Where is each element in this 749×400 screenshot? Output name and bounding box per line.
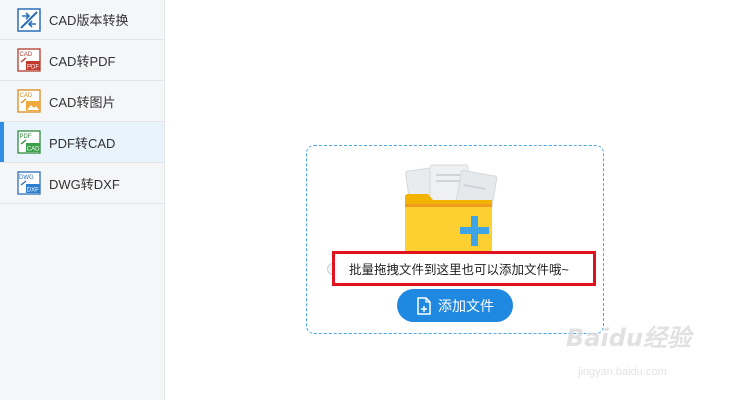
drag-hint-highlight: 批量拖拽文件到这里也可以添加文件哦~ [332, 251, 596, 286]
sidebar: CAD版本转换 CAD PDF CAD转PDF CAD CAD转图片 PDF C… [0, 0, 165, 400]
sidebar-item-label: CAD转PDF [49, 53, 116, 69]
icon-tag-dxf: DXF [27, 188, 39, 194]
icon-tag-pdf: PDF [20, 134, 32, 140]
sidebar-item-cad-to-pdf[interactable]: CAD PDF CAD转PDF [0, 40, 164, 81]
sidebar-item-pdf-to-cad[interactable]: PDF CAD PDF转CAD [0, 122, 164, 163]
icon-tag-cad: CAD [27, 147, 40, 153]
baidu-watermark: Baidu经验 jingyan.baidu.com [566, 318, 726, 388]
sidebar-item-label: DWG转DXF [49, 176, 120, 192]
icon-tag-cad: CAD [20, 52, 33, 58]
sidebar-item-dwg-to-dxf[interactable]: DWG DXF DWG转DXF [0, 163, 164, 204]
icon-tag-pdf: PDF [27, 65, 39, 71]
add-file-label: 添加文件 [438, 297, 494, 314]
sidebar-item-cad-to-image[interactable]: CAD CAD转图片 [0, 81, 164, 122]
cad-version-icon [17, 7, 41, 32]
cad-to-image-icon: CAD [17, 89, 41, 113]
dwg-to-dxf-icon: DWG DXF [17, 171, 41, 195]
sidebar-item-label: CAD版本转换 [49, 13, 129, 28]
watermark-brand: Baidu经验 [566, 324, 691, 352]
add-file-icon [417, 296, 431, 315]
cad-to-pdf-icon: CAD PDF [17, 48, 41, 72]
sidebar-item-label: CAD转图片 [49, 94, 116, 110]
sidebar-item-label: PDF转CAD [49, 135, 116, 151]
folder-plus-icon [405, 164, 498, 257]
icon-tag-cad: CAD [20, 93, 33, 99]
pdf-to-cad-icon: PDF CAD [17, 130, 41, 154]
icon-tag-dwg: DWG [19, 175, 34, 181]
add-file-button[interactable]: 添加文件 [397, 289, 513, 322]
sidebar-item-cad-version[interactable]: CAD版本转换 [0, 0, 164, 40]
drag-hint-text: 批量拖拽文件到这里也可以添加文件哦~ [349, 263, 569, 277]
watermark-url: jingyan.baidu.com [578, 366, 667, 378]
